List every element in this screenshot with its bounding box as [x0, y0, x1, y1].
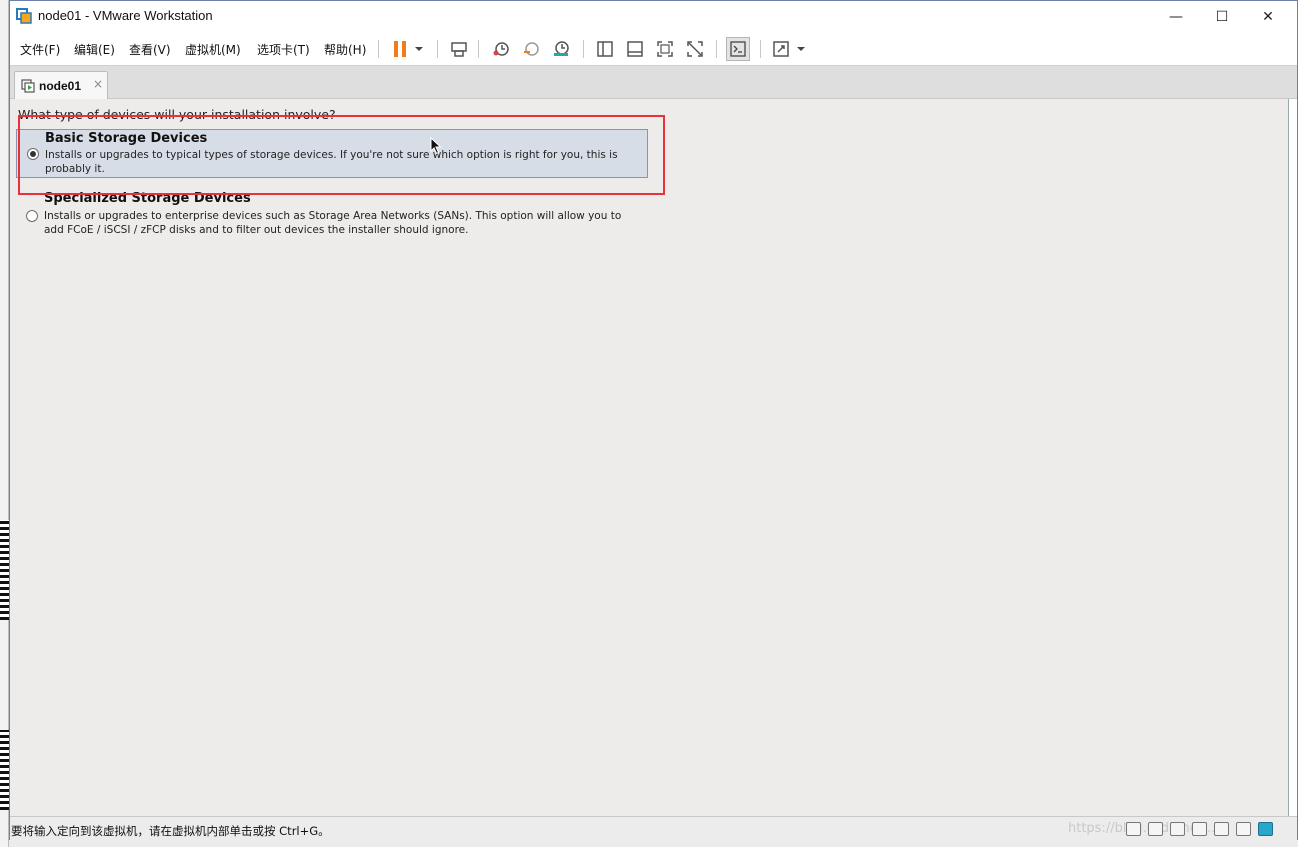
stretch-icon[interactable]	[770, 38, 792, 60]
background-desktop-bottom	[9, 840, 1298, 847]
snapshot-icon[interactable]	[490, 38, 512, 60]
option-title: Basic Storage Devices	[45, 131, 208, 146]
background-desktop-edge	[0, 0, 9, 847]
option-description: Installs or upgrades to enterprise devic…	[44, 210, 622, 236]
toolbar-separator	[478, 40, 479, 58]
option-specialized-storage[interactable]: Specialized Storage Devices Installs or …	[16, 191, 648, 237]
dropdown-arrow-icon[interactable]	[412, 38, 426, 60]
toolbar-separator	[437, 40, 438, 58]
toolbar-separator	[716, 40, 717, 58]
revert-snapshot-icon[interactable]	[520, 38, 542, 60]
menu-vm[interactable]: 虚拟机(M)	[185, 41, 241, 58]
menu-view[interactable]: 查看(V)	[129, 41, 171, 58]
snapshot-manager-icon[interactable]	[550, 38, 572, 60]
toolbar-separator	[760, 40, 761, 58]
unity-icon[interactable]	[684, 38, 706, 60]
device-status-icons	[1126, 822, 1273, 838]
thumbnail-view-icon[interactable]	[624, 38, 646, 60]
window-title: node01 - VMware Workstation	[38, 8, 213, 23]
menu-edit[interactable]: 编辑(E)	[74, 41, 115, 58]
tab-label: node01	[39, 79, 82, 93]
menu-tabs[interactable]: 选项卡(T)	[257, 41, 310, 58]
menu-file[interactable]: 文件(F)	[20, 41, 60, 58]
usb-icon[interactable]	[1192, 822, 1207, 836]
tab-node01[interactable]: node01 ×	[14, 71, 108, 99]
toolbar-separator	[583, 40, 584, 58]
vmware-logo-icon	[16, 8, 32, 24]
tab-strip: node01 ×	[10, 66, 1297, 99]
option-title: Specialized Storage Devices	[44, 191, 251, 206]
send-ctrl-alt-del-icon[interactable]	[448, 38, 470, 60]
printer-icon[interactable]	[1214, 822, 1229, 836]
option-description: Installs or upgrades to typical types of…	[45, 149, 618, 175]
cd-drive-icon[interactable]	[1148, 822, 1163, 836]
library-view-icon[interactable]	[594, 38, 616, 60]
toolbar-separator	[378, 40, 379, 58]
hard-disk-icon[interactable]	[1126, 822, 1141, 836]
console-icon[interactable]	[726, 37, 750, 61]
vm-running-icon	[21, 79, 35, 93]
display-icon[interactable]	[1258, 822, 1273, 836]
option-basic-storage[interactable]: Basic Storage Devices Installs or upgrad…	[16, 129, 648, 178]
minimize-button[interactable]: —	[1153, 1, 1199, 32]
tab-close-icon[interactable]: ×	[93, 77, 103, 91]
network-icon[interactable]	[1170, 822, 1185, 836]
vmware-window: node01 - VMware Workstation — ☐ ✕ 文件(F) …	[9, 0, 1298, 841]
vm-console[interactable]: What type of devices will your installat…	[10, 99, 1289, 816]
background-qr-fragment	[0, 520, 9, 620]
mouse-cursor-icon	[430, 137, 442, 155]
installer-question: What type of devices will your installat…	[18, 107, 336, 122]
maximize-button[interactable]: ☐	[1199, 1, 1245, 32]
radio-specialized-storage[interactable]	[26, 210, 38, 222]
menu-toolbar: 文件(F) 编辑(E) 查看(V) 虚拟机(M) 选项卡(T) 帮助(H)	[10, 32, 1297, 66]
menu-help[interactable]: 帮助(H)	[324, 41, 366, 58]
pause-icon[interactable]	[389, 38, 411, 60]
dropdown-arrow-icon[interactable]	[794, 38, 808, 60]
title-bar: node01 - VMware Workstation — ☐ ✕	[10, 1, 1297, 32]
close-button[interactable]: ✕	[1245, 1, 1291, 32]
status-bar: 要将输入定向到该虚拟机，请在虚拟机内部单击或按 Ctrl+G。 https://…	[10, 816, 1297, 841]
background-qr-fragment	[0, 730, 9, 810]
sound-icon[interactable]	[1236, 822, 1251, 836]
fullscreen-icon[interactable]	[654, 38, 676, 60]
status-message: 要将输入定向到该虚拟机，请在虚拟机内部单击或按 Ctrl+G。	[11, 824, 330, 838]
radio-basic-storage[interactable]	[27, 148, 39, 160]
